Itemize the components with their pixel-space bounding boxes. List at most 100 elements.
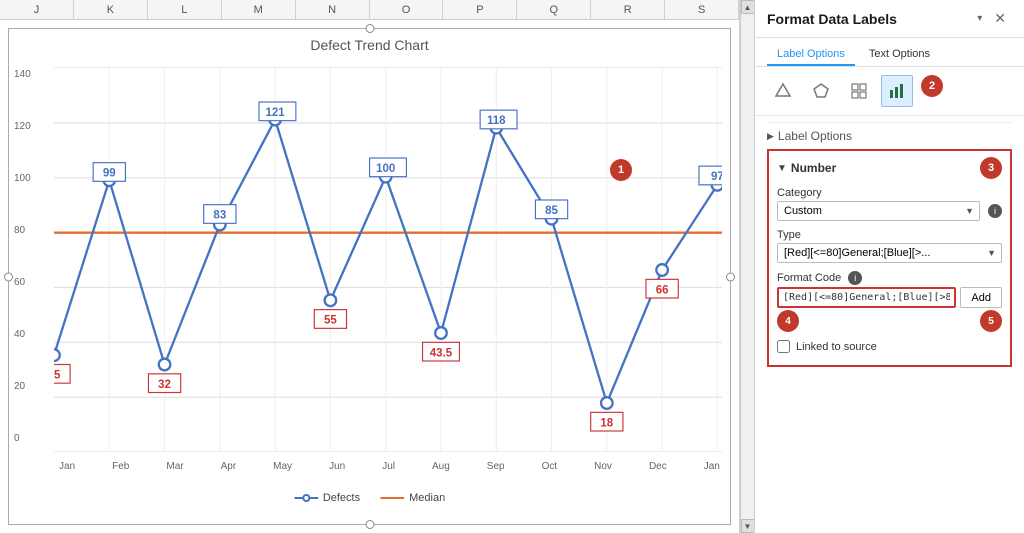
y-label-140: 140 — [14, 69, 31, 80]
number-section-label: Number — [791, 161, 836, 175]
x-axis: Jan Feb Mar Apr May Jun Jul Aug Sep Oct … — [59, 461, 720, 472]
y-label-0: 0 — [14, 433, 31, 444]
linked-to-source-checkbox[interactable] — [777, 340, 790, 353]
tab-label-options[interactable]: Label Options — [767, 44, 855, 66]
chart-container: Defect Trend Chart 0 20 40 60 80 100 120… — [0, 20, 739, 533]
col-header-j: J — [0, 0, 74, 19]
x-label-jan2: Jan — [704, 461, 720, 472]
svg-text:118: 118 — [487, 115, 506, 127]
scroll-bar[interactable]: ▲ ▼ — [740, 0, 754, 533]
format-code-input[interactable] — [777, 287, 956, 308]
label-options-section-header[interactable]: ▶ Label Options — [767, 122, 1012, 149]
chart-svg: 35 32 55 43.5 18 66 — [54, 67, 722, 452]
x-label-mar: Mar — [166, 461, 183, 472]
tab-text-options[interactable]: Text Options — [859, 44, 940, 66]
svg-text:83: 83 — [213, 210, 226, 222]
median-legend-icon — [380, 493, 404, 503]
y-label-60: 60 — [14, 277, 31, 288]
type-select[interactable]: [Red][<=80]General;[Blue][>... — [777, 243, 1002, 263]
svg-text:97: 97 — [711, 171, 722, 183]
x-label-oct: Oct — [542, 461, 558, 472]
svg-text:100: 100 — [376, 163, 395, 175]
col-header-m: M — [222, 0, 296, 19]
x-label-jul: Jul — [382, 461, 395, 472]
col-header-o: O — [370, 0, 444, 19]
category-info-icon[interactable]: i — [988, 204, 1002, 218]
svg-text:66: 66 — [656, 284, 669, 296]
svg-text:99: 99 — [103, 168, 116, 180]
col-header-n: N — [296, 0, 370, 19]
shape-icon-btn[interactable] — [767, 75, 799, 107]
col-header-r: R — [591, 0, 665, 19]
x-label-may: May — [273, 461, 292, 472]
badge-5: 5 — [980, 310, 1002, 332]
type-label: Type — [777, 229, 1002, 241]
x-label-sep: Sep — [487, 461, 505, 472]
col-header-s: S — [665, 0, 739, 19]
panel-dropdown-icon[interactable]: ▾ — [977, 13, 982, 24]
defects-legend-icon — [294, 493, 318, 503]
format-code-input-row: Add — [777, 287, 1002, 308]
chart-svg-container: 35 32 55 43.5 18 66 — [54, 67, 722, 452]
panel-tabs: Label Options Text Options — [755, 38, 1024, 67]
pentagon-icon — [812, 82, 830, 100]
grid-icon-btn[interactable] — [843, 75, 875, 107]
grid-icon — [850, 82, 868, 100]
badge-1: 1 — [610, 159, 632, 181]
number-collapse-arrow: ▼ — [777, 163, 787, 174]
add-button[interactable]: Add — [960, 287, 1002, 308]
y-label-100: 100 — [14, 173, 31, 184]
panel-close-button[interactable]: ✕ — [988, 8, 1012, 29]
label-options-arrow: ▶ — [767, 131, 774, 142]
x-label-jan1: Jan — [59, 461, 75, 472]
bar-chart-icon-btn[interactable] — [881, 75, 913, 107]
badge-4: 4 — [777, 310, 799, 332]
col-headers: J K L M N O P Q R S — [0, 0, 739, 20]
y-label-40: 40 — [14, 329, 31, 340]
category-select[interactable]: Custom General Number Currency Accountin… — [777, 201, 980, 221]
pentagon-icon-btn[interactable] — [805, 75, 837, 107]
x-label-nov: Nov — [594, 461, 612, 472]
scroll-down-arrow[interactable]: ▼ — [741, 519, 755, 533]
format-code-row: Format Code i Add 4 5 — [777, 267, 1002, 336]
y-label-120: 120 — [14, 121, 31, 132]
defects-label: Defects — [323, 492, 360, 504]
svg-text:32: 32 — [158, 379, 171, 391]
chart-legend: Defects Median — [294, 492, 445, 504]
svg-text:85: 85 — [545, 205, 558, 217]
legend-defects: Defects — [294, 492, 360, 504]
svg-text:55: 55 — [324, 315, 337, 327]
x-label-jun: Jun — [329, 461, 345, 472]
category-label: Category — [777, 187, 1002, 199]
format-code-info-icon[interactable]: i — [848, 271, 862, 285]
median-label: Median — [409, 492, 445, 504]
y-axis: 0 20 40 60 80 100 120 140 — [14, 69, 31, 444]
panel-title: Format Data Labels — [767, 11, 897, 27]
col-header-k: K — [74, 0, 148, 19]
badge-3: 3 — [980, 157, 1002, 179]
shape-icon — [774, 82, 792, 100]
label-options-label: Label Options — [778, 129, 852, 143]
scroll-up-arrow[interactable]: ▲ — [741, 0, 755, 14]
icon-toolbar: 2 — [755, 67, 1024, 116]
svg-text:18: 18 — [600, 417, 613, 429]
col-header-l: L — [148, 0, 222, 19]
panel-header: Format Data Labels ▾ ✕ — [755, 0, 1024, 38]
legend-median: Median — [380, 492, 445, 504]
svg-text:35: 35 — [54, 369, 61, 381]
number-section-header[interactable]: ▼ Number 3 — [771, 153, 1008, 183]
bar-chart-icon — [888, 82, 906, 100]
format-panel: Format Data Labels ▾ ✕ Label Options Tex… — [754, 0, 1024, 533]
col-header-q: Q — [517, 0, 591, 19]
badge-2: 2 — [921, 75, 943, 97]
x-label-dec: Dec — [649, 461, 667, 472]
svg-text:43.5: 43.5 — [430, 347, 453, 359]
x-label-apr: Apr — [221, 461, 237, 472]
svg-text:121: 121 — [266, 107, 286, 119]
y-label-20: 20 — [14, 381, 31, 392]
y-label-80: 80 — [14, 225, 31, 236]
col-header-p: P — [443, 0, 517, 19]
category-row: Category Custom General Number Currency … — [777, 183, 1002, 225]
chart-border: Defect Trend Chart 0 20 40 60 80 100 120… — [8, 28, 731, 525]
type-row: Type [Red][<=80]General;[Blue][>... ▼ — [777, 225, 1002, 267]
